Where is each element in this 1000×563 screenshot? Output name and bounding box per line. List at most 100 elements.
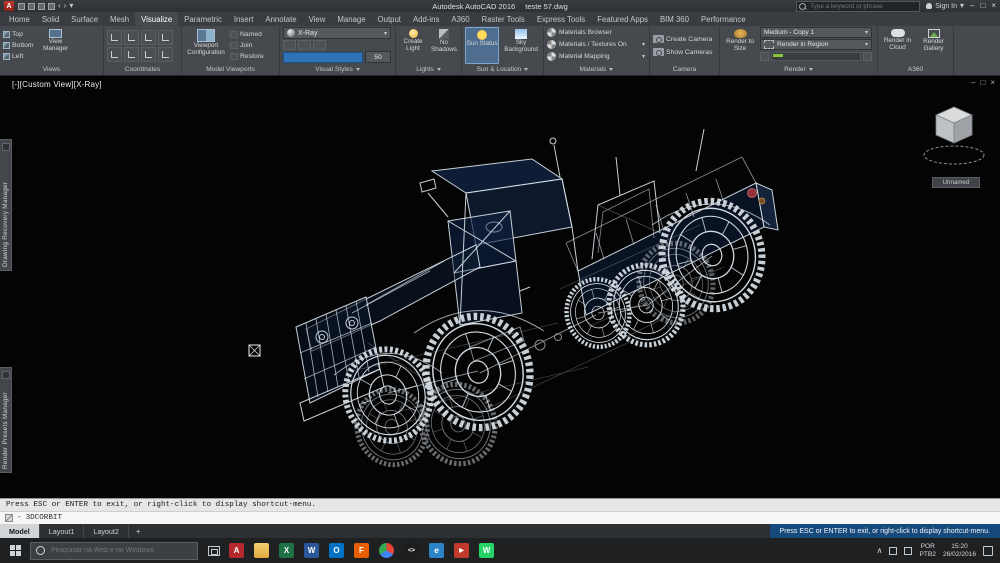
ucs-face-button[interactable] bbox=[158, 47, 173, 62]
tab-express-tools[interactable]: Express Tools bbox=[531, 12, 591, 26]
tab-surface[interactable]: Surface bbox=[65, 12, 104, 26]
ucs-object-button[interactable] bbox=[141, 47, 156, 62]
no-shadows-button[interactable]: No Shadows bbox=[430, 27, 458, 64]
tab-addins[interactable]: Add-ins bbox=[407, 12, 445, 26]
panel-label-render[interactable]: Render bbox=[723, 64, 874, 75]
sky-background-button[interactable]: Sky Background bbox=[502, 27, 540, 64]
ucs-z-axis-button[interactable] bbox=[158, 30, 173, 45]
material-mapping-dropdown[interactable]: Material Mapping ▾ bbox=[547, 51, 645, 62]
save-icon[interactable] bbox=[38, 3, 45, 10]
render-in-region-dropdown[interactable]: Render in Region ▾ bbox=[760, 39, 872, 50]
drawing-recovery-manager-palette[interactable]: Drawing Recovery Manager bbox=[0, 139, 12, 271]
show-cameras-button[interactable]: Show Cameras bbox=[653, 47, 712, 58]
render-to-size-button[interactable]: Render to Size bbox=[723, 27, 757, 64]
taskbar-app-outlook[interactable]: O bbox=[326, 540, 347, 561]
task-view-button[interactable] bbox=[204, 540, 224, 561]
tray-expand-icon[interactable]: ∧ bbox=[877, 546, 883, 555]
taskbar-app-firefox[interactable]: F bbox=[351, 540, 372, 561]
panel-label-materials[interactable]: Materials bbox=[547, 64, 646, 75]
help-search-input[interactable] bbox=[808, 2, 917, 11]
restore-viewports-button[interactable]: Restore bbox=[230, 51, 264, 62]
join-viewports-button[interactable]: Join bbox=[230, 40, 264, 51]
tab-insert[interactable]: Insert bbox=[228, 12, 260, 26]
model-tab[interactable]: Model bbox=[0, 524, 40, 538]
ucs-icon-button[interactable] bbox=[107, 30, 122, 45]
tab-manage[interactable]: Manage bbox=[331, 12, 371, 26]
panel-label-model-viewports[interactable]: Model Viewports bbox=[185, 64, 276, 75]
shadow-effects-icon[interactable] bbox=[313, 40, 326, 50]
language-indicator[interactable]: POR PTB2 bbox=[919, 543, 936, 558]
tab-solid[interactable]: Solid bbox=[36, 12, 65, 26]
network-icon[interactable] bbox=[889, 547, 897, 555]
volume-icon[interactable] bbox=[904, 547, 912, 555]
view-manager-button[interactable]: View Manager bbox=[37, 27, 75, 64]
command-customize-icon[interactable] bbox=[5, 514, 13, 522]
taskbar-app-code[interactable]: <> bbox=[401, 540, 422, 561]
render-size-slider[interactable] bbox=[771, 52, 861, 61]
render-preset-dropdown[interactable]: Medium - Copy 1 ▾ bbox=[760, 27, 872, 38]
tab-visualize[interactable]: Visualize bbox=[135, 12, 178, 26]
layout2-tab[interactable]: Layout2 bbox=[84, 524, 129, 538]
viewport-controls-label[interactable]: [-][Custom View][X-Ray] bbox=[12, 80, 102, 89]
sign-in-button[interactable]: Sign In ▾ bbox=[926, 2, 964, 10]
clock[interactable]: 15:20 26/02/2016 bbox=[943, 543, 976, 558]
open-file-icon[interactable] bbox=[28, 3, 35, 10]
view-left-button[interactable]: Left bbox=[3, 51, 34, 62]
layout1-tab[interactable]: Layout1 bbox=[40, 524, 85, 538]
edge-effects-icon[interactable] bbox=[298, 40, 311, 50]
workspace-dropdown-icon[interactable]: ▾ bbox=[69, 2, 73, 10]
ucs-world-button[interactable] bbox=[124, 30, 139, 45]
panel-label-camera[interactable]: Camera bbox=[653, 64, 716, 75]
drawing-close-button[interactable]: × bbox=[990, 78, 995, 87]
taskbar-app-internet-explorer[interactable]: e bbox=[426, 540, 447, 561]
render-gallery-button[interactable]: Render Gallery bbox=[917, 27, 950, 64]
panel-label-lights[interactable]: Lights bbox=[399, 64, 458, 75]
tab-home[interactable]: Home bbox=[3, 12, 36, 26]
render-presets-manager-palette[interactable]: Render Presets Manager bbox=[0, 367, 12, 473]
print-icon[interactable] bbox=[48, 3, 55, 10]
create-light-button[interactable]: Create Light bbox=[399, 27, 427, 64]
panel-label-a360[interactable]: A360 bbox=[881, 64, 950, 75]
taskbar-search-box[interactable] bbox=[30, 542, 198, 560]
taskbar-app-autocad[interactable]: A bbox=[226, 540, 247, 561]
taskbar-app-chrome[interactable] bbox=[376, 540, 397, 561]
panel-label-views[interactable]: Views bbox=[3, 64, 100, 75]
named-viewports-button[interactable]: Named bbox=[230, 29, 264, 40]
minimize-button[interactable]: – bbox=[970, 2, 974, 10]
tab-annotate[interactable]: Annotate bbox=[259, 12, 302, 26]
taskbar-app-media-player[interactable]: ▶ bbox=[451, 540, 472, 561]
ucs-view-button[interactable] bbox=[124, 47, 139, 62]
panel-label-coordinates[interactable]: Coordinates bbox=[107, 64, 178, 75]
tab-mesh[interactable]: Mesh bbox=[104, 12, 135, 26]
start-button[interactable] bbox=[0, 538, 30, 563]
taskbar-app-file-explorer[interactable] bbox=[251, 540, 272, 561]
tab-performance[interactable]: Performance bbox=[695, 12, 752, 26]
tab-featured-apps[interactable]: Featured Apps bbox=[591, 12, 654, 26]
taskbar-app-word[interactable]: W bbox=[301, 540, 322, 561]
tab-output[interactable]: Output bbox=[372, 12, 407, 26]
tab-bim360[interactable]: BIM 360 bbox=[654, 12, 695, 26]
autocad-logo-icon[interactable]: A bbox=[4, 1, 14, 11]
panel-label-sun-location[interactable]: Sun & Location bbox=[465, 64, 540, 75]
sun-status-toggle[interactable]: Sun Status bbox=[465, 27, 499, 64]
truck-wireframe-model[interactable] bbox=[0, 75, 1000, 498]
ucs-3point-button[interactable] bbox=[107, 47, 122, 62]
xray-opacity-value[interactable]: 50 bbox=[365, 51, 391, 63]
materials-browser-button[interactable]: Materials Browser bbox=[547, 27, 645, 38]
render-save-icon[interactable] bbox=[863, 52, 872, 61]
new-layout-button[interactable]: + bbox=[129, 524, 148, 538]
viewport-configuration-button[interactable]: Viewport Configuration bbox=[185, 27, 227, 64]
viewcube[interactable] bbox=[920, 95, 988, 173]
taskbar-app-whatsapp[interactable]: W bbox=[476, 540, 497, 561]
view-bottom-button[interactable]: Bottom bbox=[3, 40, 34, 51]
view-top-button[interactable]: Top bbox=[3, 29, 34, 40]
ucs-dropdown[interactable]: Unnamed bbox=[932, 177, 980, 188]
drawing-minimize-button[interactable]: – bbox=[971, 78, 975, 87]
render-output-icon[interactable] bbox=[760, 52, 769, 61]
tab-raster-tools[interactable]: Raster Tools bbox=[476, 12, 531, 26]
action-center-icon[interactable] bbox=[983, 546, 993, 556]
maximize-button[interactable]: □ bbox=[980, 2, 985, 10]
tab-a360[interactable]: A360 bbox=[445, 12, 475, 26]
taskbar-search-input[interactable] bbox=[49, 546, 192, 555]
new-file-icon[interactable] bbox=[18, 3, 25, 10]
